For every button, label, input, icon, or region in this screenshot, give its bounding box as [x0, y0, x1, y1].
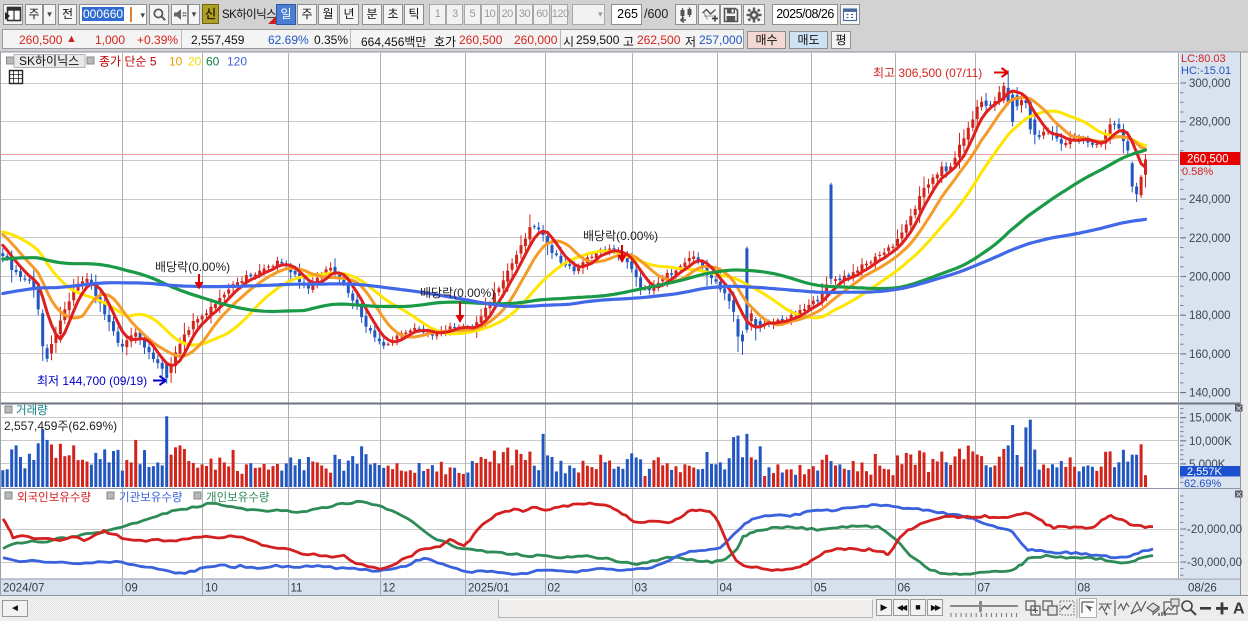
svg-text:10: 10: [205, 583, 218, 595]
svg-text:11: 11: [291, 583, 303, 595]
svg-text:배당락(0.00%): 배당락(0.00%): [420, 286, 495, 300]
svg-text:기관보유수량: 기관보유수량: [119, 491, 183, 504]
svg-text:-30,000,00: -30,000,00: [1187, 557, 1242, 569]
svg-text:03: 03: [635, 583, 648, 595]
svg-text:300,000: 300,000: [1189, 78, 1231, 90]
svg-text:HC:-15.01: HC:-15.01: [1181, 65, 1231, 77]
svg-text:-20,000,00: -20,000,00: [1187, 524, 1242, 536]
svg-text:02: 02: [548, 583, 561, 595]
svg-text:60: 60: [206, 55, 220, 69]
svg-text:종가 단순 5: 종가 단순 5: [99, 55, 157, 69]
svg-text:배당락(0.00%): 배당락(0.00%): [583, 229, 658, 243]
svg-text:140,000: 140,000: [1189, 388, 1231, 400]
svg-text:최고 306,500 (07/11): 최고 306,500 (07/11): [873, 66, 982, 80]
svg-text:10: 10: [169, 55, 183, 69]
svg-text:2025/01: 2025/01: [468, 583, 510, 595]
svg-text:240,000: 240,000: [1189, 194, 1231, 206]
svg-text:08/26: 08/26: [1188, 583, 1217, 595]
svg-text:09: 09: [125, 583, 138, 595]
svg-text:SK하이닉스: SK하이닉스: [19, 54, 79, 68]
svg-text:05: 05: [814, 583, 827, 595]
svg-text:280,000: 280,000: [1189, 117, 1231, 129]
svg-text:07: 07: [978, 583, 991, 595]
svg-text:배당락(0.00%): 배당락(0.00%): [155, 260, 230, 274]
svg-text:06: 06: [898, 583, 911, 595]
svg-text:200,000: 200,000: [1189, 272, 1231, 284]
svg-text:거래량: 거래량: [16, 404, 48, 417]
svg-text:0.58%: 0.58%: [1182, 166, 1213, 178]
svg-text:10,000K: 10,000K: [1189, 436, 1232, 448]
svg-text:120: 120: [227, 55, 247, 69]
svg-text:180,000: 180,000: [1189, 310, 1231, 322]
svg-text:220,000: 220,000: [1189, 233, 1231, 245]
svg-text:최저 144,700 (09/19): 최저 144,700 (09/19): [37, 374, 147, 388]
svg-text:LC:80.03: LC:80.03: [1181, 53, 1226, 65]
svg-text:04: 04: [720, 583, 733, 595]
svg-text:160,000: 160,000: [1189, 349, 1231, 361]
svg-text:62.69%: 62.69%: [1184, 478, 1222, 490]
svg-text:A: A: [1233, 601, 1245, 618]
svg-text:2024/07: 2024/07: [3, 583, 45, 595]
svg-text:외국인보유수량: 외국인보유수량: [17, 491, 91, 504]
svg-text:260,500: 260,500: [1187, 154, 1229, 166]
svg-text:2,557,459주(62.69%): 2,557,459주(62.69%): [4, 419, 117, 433]
svg-text:20: 20: [188, 55, 202, 69]
svg-text:08: 08: [1078, 583, 1091, 595]
svg-text:2,557K: 2,557K: [1187, 466, 1223, 478]
svg-text:12: 12: [383, 583, 396, 595]
svg-text:15,000K: 15,000K: [1189, 413, 1232, 425]
svg-text:개인보유수량: 개인보유수량: [206, 491, 270, 504]
